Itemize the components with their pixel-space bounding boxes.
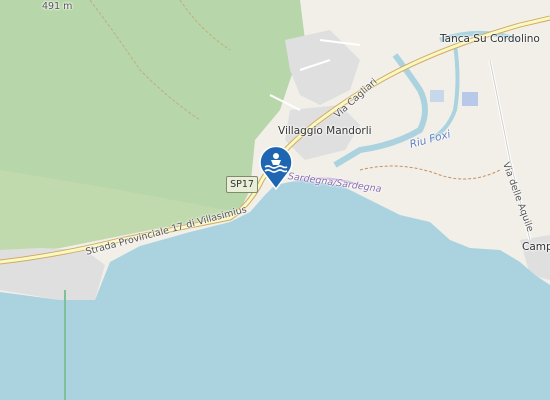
beach-marker[interactable] [256, 145, 296, 191]
place-label-villaggio-mandorli: Villaggio Mandorli [278, 125, 372, 137]
elevation-label: 491 m [42, 1, 73, 12]
map-canvas [0, 0, 550, 400]
map-view[interactable]: 491 m Tanca Su Cordolino Villaggio Mando… [0, 0, 550, 400]
road-shield-sp17: SP17 [226, 176, 258, 193]
place-label-campo: Camp [522, 241, 550, 253]
place-label-tanca-su-cordolino: Tanca Su Cordolino [440, 33, 540, 45]
